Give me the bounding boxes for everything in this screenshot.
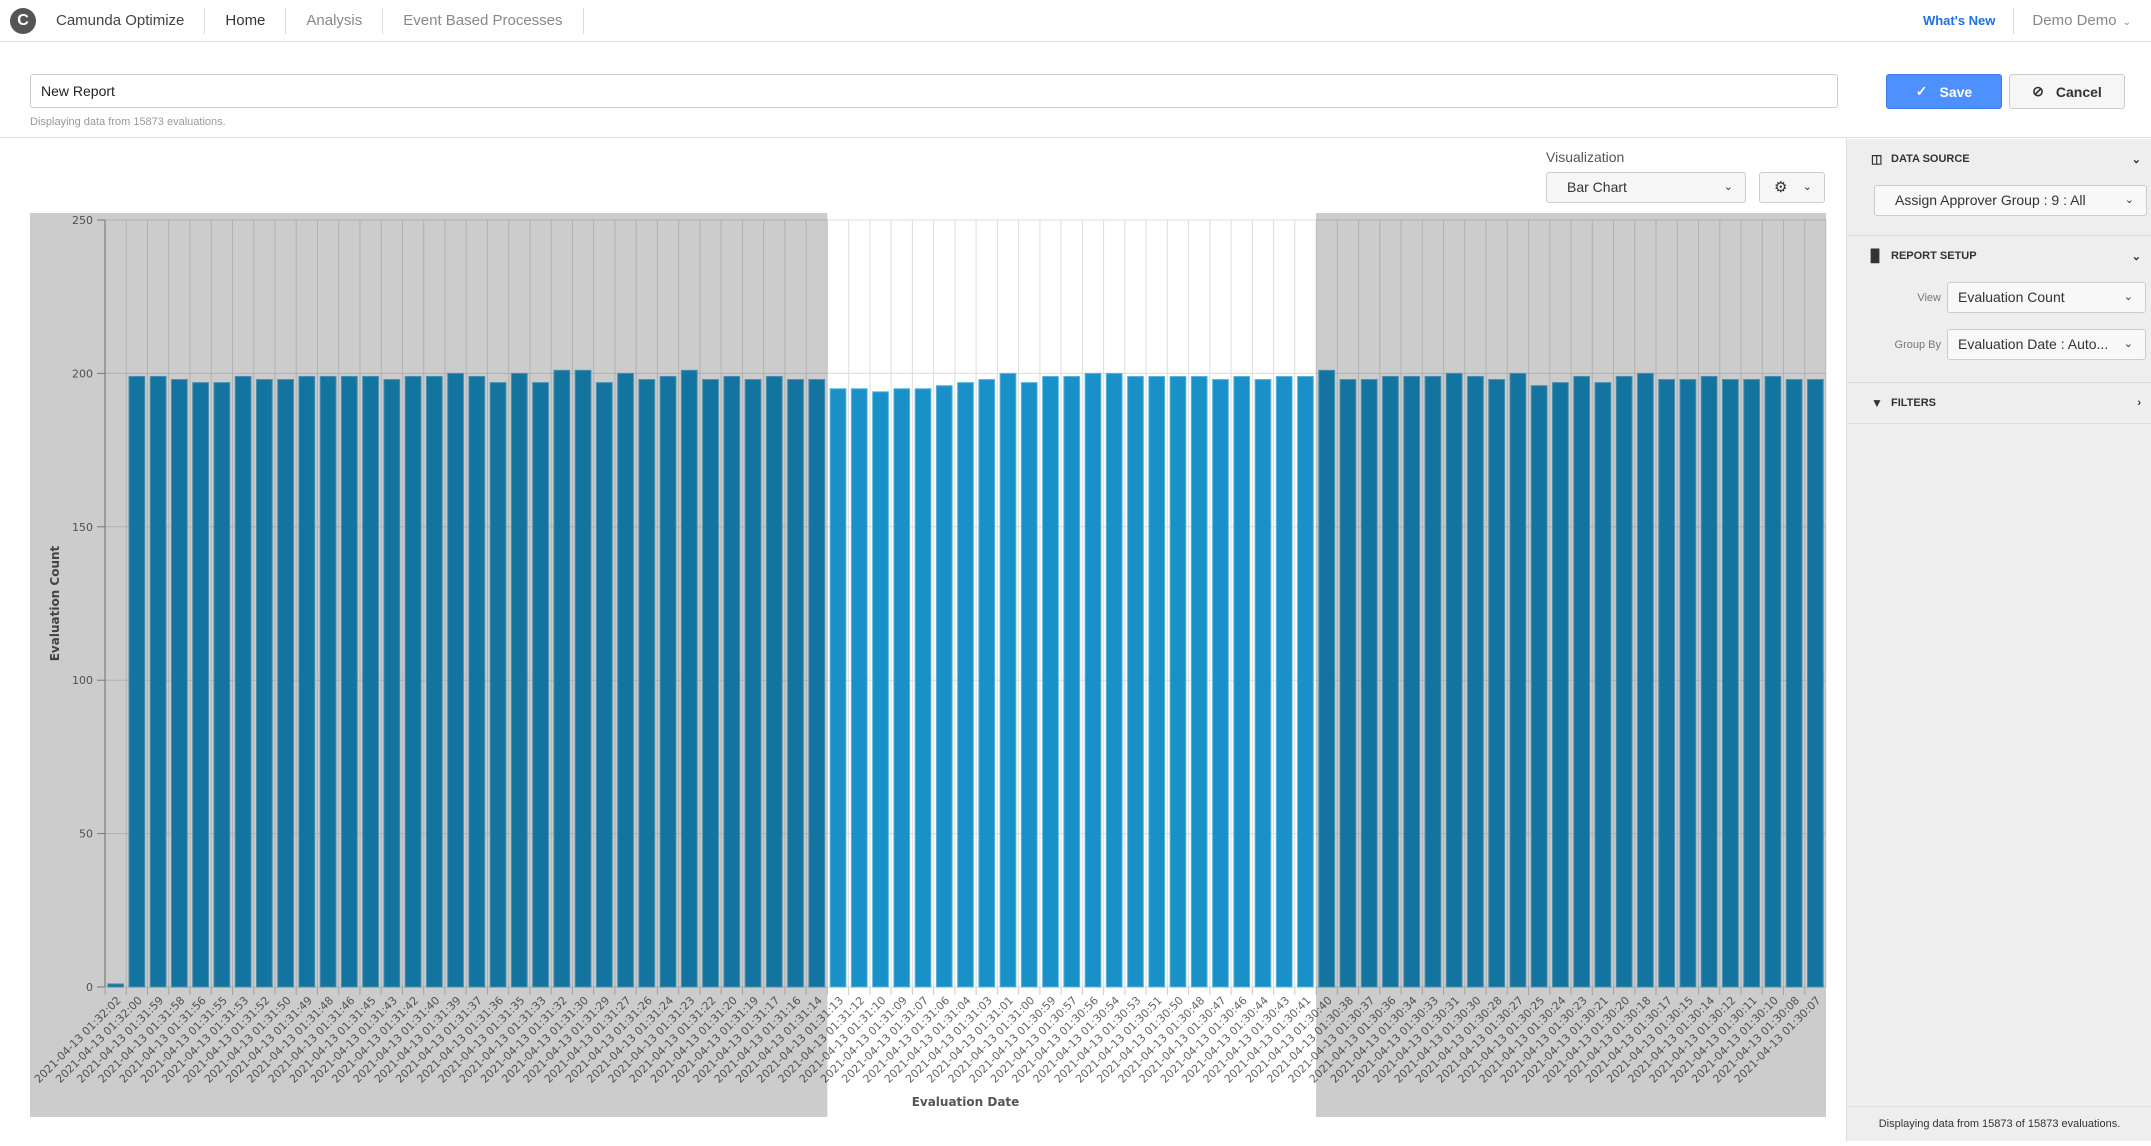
bar (1020, 382, 1038, 988)
chevron-down-icon: ⌄ (2131, 250, 2141, 263)
view-select[interactable]: Evaluation Count ⌄ (1947, 282, 2146, 313)
chevron-right-icon: › (2137, 397, 2141, 409)
bar (872, 391, 889, 988)
bar (999, 372, 1017, 988)
bar (914, 388, 932, 988)
bar (978, 379, 996, 988)
x-axis-title: Evaluation Date (912, 1095, 1020, 1109)
nav-home[interactable]: Home (205, 7, 287, 34)
group-by-value: Evaluation Date : Auto... (1958, 336, 2109, 352)
chevron-down-icon: ⌄ (1802, 181, 1812, 193)
group-by-select[interactable]: Evaluation Date : Auto... ⌄ (1947, 329, 2146, 360)
bar (1233, 375, 1251, 988)
chevron-down-icon: ⌄ (2131, 153, 2141, 166)
data-source-header[interactable]: ◫ DATA SOURCE ⌄ (1847, 139, 2151, 179)
data-source-select[interactable]: Assign Approver Group : 9 : All ⌄ (1874, 185, 2147, 216)
bar (1212, 379, 1229, 988)
camunda-logo-icon[interactable]: C (10, 7, 36, 34)
report-setup-title: REPORT SETUP (1891, 250, 1977, 262)
bar (893, 388, 911, 988)
check-icon: ✓ (1915, 83, 1928, 99)
chevron-down-icon: ⌄ (2122, 17, 2131, 28)
data-source-title: DATA SOURCE (1891, 153, 1970, 165)
report-info-text: Displaying data from 15873 evaluations. (30, 116, 226, 128)
view-label: View (1917, 291, 1941, 304)
bar-chart-icon: ▉ (1871, 249, 1881, 263)
filters-title: FILTERS (1891, 397, 1937, 409)
data-source-section: ◫ DATA SOURCE ⌄ Assign Approver Group : … (1847, 139, 2151, 236)
save-label: Save (1939, 83, 1973, 100)
filter-icon: ▼ (1871, 396, 1883, 410)
filters-section: ▼ FILTERS › (1847, 383, 2151, 424)
chevron-down-icon: ⌄ (1723, 181, 1733, 193)
cancel-icon: ⊘ (2032, 83, 2044, 99)
bar (1084, 372, 1102, 988)
bar (850, 388, 868, 988)
report-setup-section: ▉ REPORT SETUP ⌄ View Evaluation Count ⌄… (1847, 236, 2151, 383)
report-name-input[interactable] (30, 74, 1838, 108)
bar (1105, 372, 1123, 988)
chevron-down-icon: ⌄ (2123, 338, 2133, 350)
bar (957, 382, 974, 988)
chevron-down-icon: ⌄ (2124, 194, 2134, 206)
bar (1275, 375, 1293, 988)
bar-chart[interactable]: 0501001502002502021-04-13 01:32:022021-0… (0, 139, 1846, 1141)
database-icon: ◫ (1871, 152, 1883, 166)
brand-name[interactable]: Camunda Optimize (56, 7, 206, 34)
bar (1254, 379, 1272, 988)
visualization-label: Visualization (1546, 149, 1625, 165)
data-source-value: Assign Approver Group : 9 : All (1895, 192, 2086, 208)
selection-shade-left (30, 213, 828, 1117)
cancel-label: Cancel (2055, 83, 2102, 100)
chart-container[interactable]: 0501001502002502021-04-13 01:32:022021-0… (0, 139, 1846, 1141)
evaluation-status-text: Displaying data from 15873 of 15873 eval… (1847, 1106, 2151, 1141)
cancel-button[interactable]: ⊘ Cancel (2009, 74, 2125, 109)
bar (1148, 375, 1166, 988)
view-value: Evaluation Count (1958, 289, 2065, 305)
report-setup-header[interactable]: ▉ REPORT SETUP ⌄ (1847, 236, 2151, 276)
bar (1063, 375, 1081, 988)
report-main: 0501001502002502021-04-13 01:32:022021-0… (0, 139, 1846, 1141)
visualization-value: Bar Chart (1567, 179, 1627, 195)
chevron-down-icon: ⌄ (2123, 291, 2133, 303)
bar (935, 385, 953, 988)
bar (1297, 375, 1314, 988)
filters-header[interactable]: ▼ FILTERS › (1847, 383, 2151, 423)
report-header: Displaying data from 15873 evaluations. … (0, 42, 2151, 138)
save-button[interactable]: ✓ Save (1886, 74, 2002, 109)
group-by-label: Group By (1894, 338, 1941, 351)
user-menu[interactable]: Demo Demo ⌄ (2014, 8, 2151, 34)
bar (829, 388, 847, 988)
user-name: Demo Demo (2032, 12, 2117, 29)
bar (1190, 375, 1208, 988)
whats-new-link[interactable]: What's New (1923, 8, 2015, 34)
chart-settings-button[interactable]: ⚙ ⌄ (1759, 172, 1825, 203)
bar (1169, 375, 1187, 988)
nav-event-based-processes[interactable]: Event Based Processes (383, 7, 584, 34)
bar (1042, 375, 1059, 988)
selection-shade-right (1316, 213, 1826, 1117)
nav-analysis[interactable]: Analysis (286, 7, 384, 34)
gear-icon: ⚙ (1774, 179, 1788, 196)
top-navigation-bar: C Camunda Optimize Home Analysis Event B… (0, 0, 2151, 42)
visualization-select[interactable]: Bar Chart ⌄ (1546, 172, 1746, 203)
bar (1127, 375, 1144, 988)
report-sidebar: ◫ DATA SOURCE ⌄ Assign Approver Group : … (1846, 139, 2151, 1141)
